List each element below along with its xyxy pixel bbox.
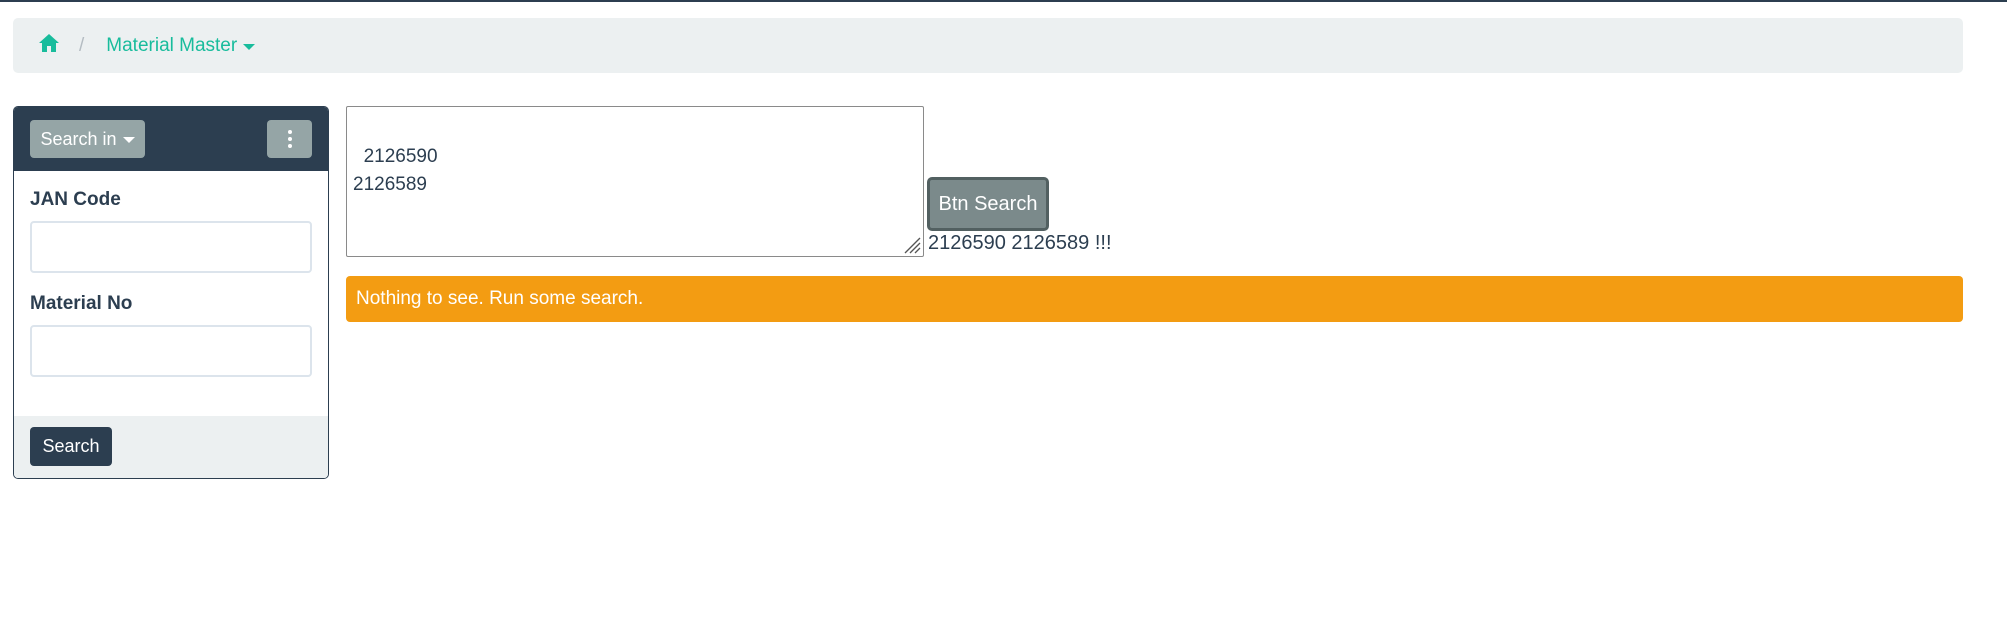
panel-menu-button[interactable]	[267, 120, 312, 158]
search-textarea[interactable]: 2126590 2126589	[346, 106, 924, 257]
material-no-input[interactable]	[30, 325, 312, 377]
search-in-dropdown-button[interactable]: Search in	[30, 120, 145, 158]
breadcrumb-current-label: Material Master	[106, 34, 238, 56]
search-button[interactable]: Search	[30, 427, 112, 466]
kebab-menu-icon	[287, 130, 292, 148]
search-panel-header: Search in	[14, 107, 328, 171]
caret-down-icon	[122, 137, 135, 143]
jan-code-input[interactable]	[30, 221, 312, 273]
caret-down-icon	[243, 43, 256, 50]
resize-grip-icon[interactable]	[901, 234, 921, 254]
search-panel-body: JAN Code Material No	[14, 171, 328, 377]
top-border	[0, 0, 2007, 2]
material-master-dropdown[interactable]: Material Master	[106, 34, 256, 57]
search-textarea-value: 2126590 2126589	[353, 146, 438, 195]
home-icon[interactable]	[37, 31, 61, 55]
search-panel-footer: Search	[14, 416, 328, 478]
search-in-label: Search in	[40, 128, 117, 149]
jan-code-label: JAN Code	[30, 189, 121, 210]
btn-search-button[interactable]: Btn Search	[927, 177, 1049, 231]
breadcrumb: / Material Master	[13, 18, 1963, 73]
search-panel: Search in JAN Code Material No Search	[13, 106, 329, 479]
no-results-alert: Nothing to see. Run some search.	[346, 276, 1963, 322]
breadcrumb-separator: /	[79, 34, 85, 56]
search-echo-text: 2126590 2126589 !!!	[928, 232, 1112, 254]
material-no-label: Material No	[30, 293, 133, 314]
